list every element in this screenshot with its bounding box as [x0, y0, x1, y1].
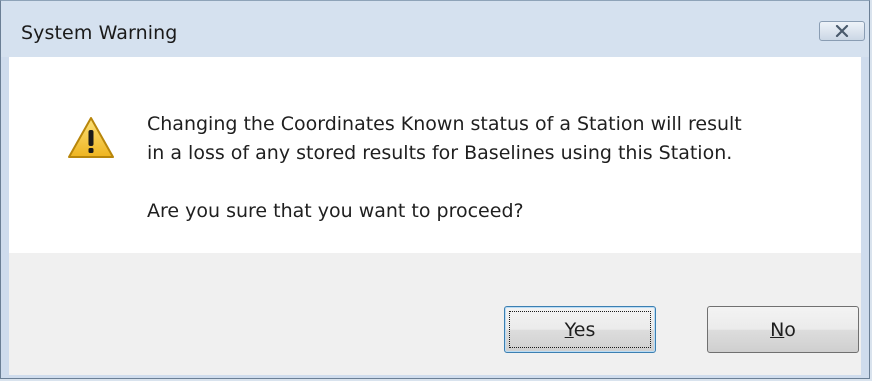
message-area: Changing the Coordinates Known status of… [9, 57, 861, 253]
warning-message: Changing the Coordinates Known status of… [147, 110, 742, 226]
close-button[interactable] [819, 21, 865, 41]
title-bar[interactable]: System Warning [1, 1, 869, 57]
no-button[interactable]: No [707, 306, 859, 353]
close-icon [835, 25, 849, 37]
yes-button[interactable]: Yes [504, 306, 656, 353]
message-question: Are you sure that you want to proceed? [147, 200, 524, 222]
no-button-label: No [770, 318, 796, 341]
message-line-1: Changing the Coordinates Known status of… [147, 113, 742, 135]
message-spacer [147, 168, 742, 197]
message-line-2: in a loss of any stored results for Base… [147, 142, 733, 164]
focus-ring [509, 311, 651, 348]
warning-icon [68, 117, 114, 158]
system-warning-dialog: System Warning Changing the Coordinates … [0, 0, 870, 379]
button-bar: Yes No [9, 253, 861, 375]
dialog-title: System Warning [21, 22, 178, 44]
